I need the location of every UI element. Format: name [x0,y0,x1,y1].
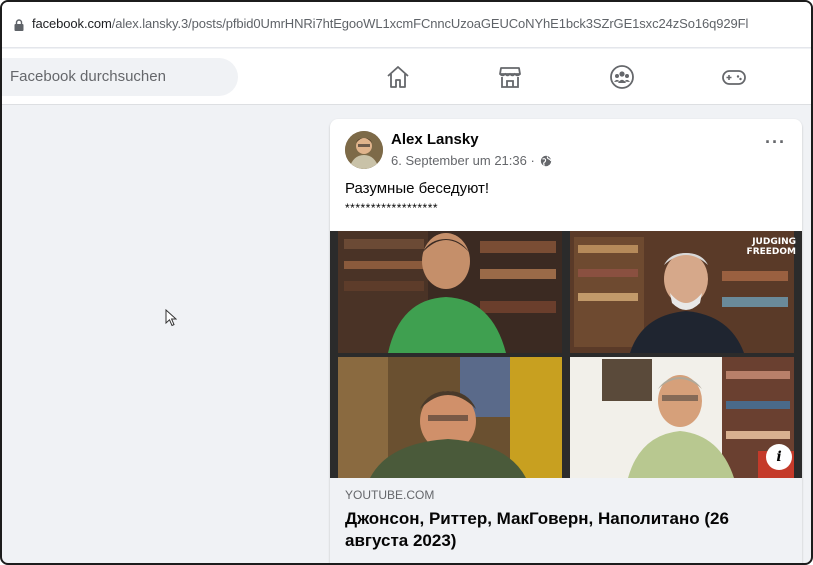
address-bar[interactable]: facebook.com/alex.lansky.3/posts/pfbid0U… [2,2,811,48]
video-thumbnail[interactable]: JUDGING FREEDOM i [330,231,802,478]
link-domain: YOUTUBE.COM [345,488,435,502]
link-title[interactable]: Джонсон, Риттер, МакГоверн, Наполитано (… [345,508,785,552]
post-text-stars: ****************** [345,201,439,215]
home-icon[interactable] [384,63,412,91]
watermark-line-2: FREEDOM [746,247,796,257]
browser-window: facebook.com/alex.lansky.3/posts/pfbid0U… [0,0,813,565]
search-placeholder: Facebook durchsuchen [10,68,166,85]
video-panel-bottom-left [338,357,562,478]
lock-icon [14,19,24,31]
facebook-header: Facebook durchsuchen [2,49,811,105]
url-text[interactable]: facebook.com/alex.lansky.3/posts/pfbid0U… [32,16,748,31]
groups-icon[interactable] [608,63,636,91]
watermark-line-1: JUDGING [752,237,796,247]
url-path: /alex.lansky.3/posts/pfbid0UmrHNRi7htEgo… [111,16,749,31]
link-preview[interactable]: YOUTUBE.COM Джонсон, Риттер, МакГоверн, … [330,478,802,563]
post-author[interactable]: Alex Lansky [391,131,479,148]
mouse-cursor-icon [165,309,177,327]
avatar[interactable] [345,131,383,169]
post-text: Разумные беседуют! [345,180,490,197]
post-timestamp[interactable]: 6. September um 21:36 · [391,153,535,168]
post-meta: 6. September um 21:36 · [391,153,552,168]
globe-icon [540,155,552,167]
url-domain: facebook.com [32,16,112,31]
post-card: Alex Lansky 6. September um 21:36 · ··· … [330,119,802,563]
info-icon[interactable]: i [766,444,792,470]
video-panel-bottom-right [570,357,794,478]
video-panel-top-left [338,231,562,353]
gaming-icon[interactable] [720,63,748,91]
video-watermark: JUDGING FREEDOM [747,237,796,257]
search-input[interactable]: Facebook durchsuchen [2,58,238,96]
marketplace-icon[interactable] [496,63,524,91]
more-options-button[interactable]: ··· [765,133,786,151]
